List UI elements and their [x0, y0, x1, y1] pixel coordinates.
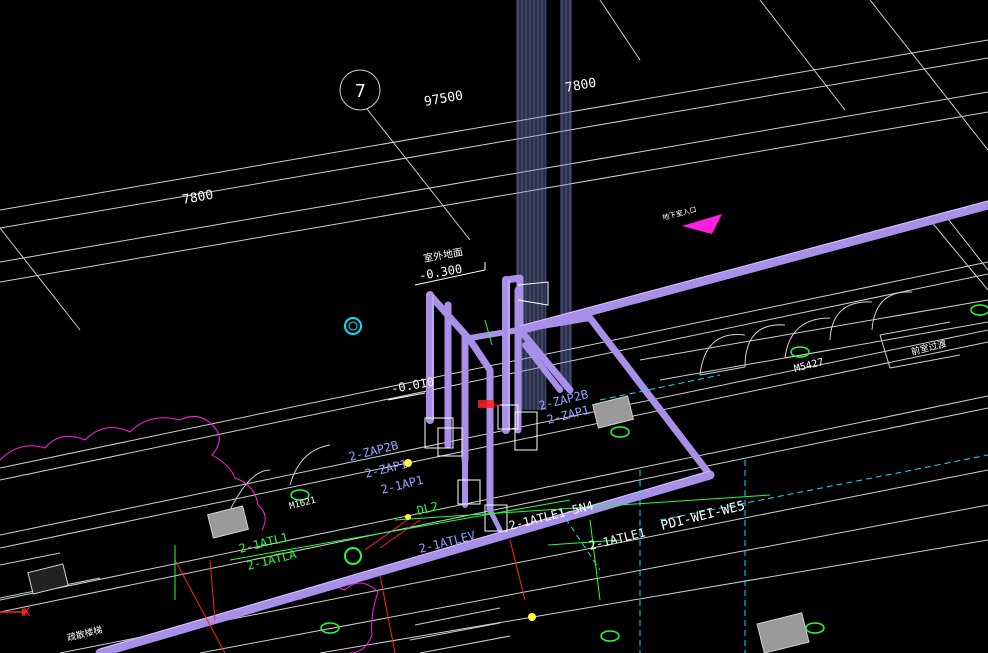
cyan-marker	[344, 317, 362, 335]
grid-axis-bubble[interactable]: 7	[339, 69, 381, 111]
door-tag-m5427: M5427	[793, 357, 825, 375]
room-label-bottom-left: 疏散楼梯	[66, 624, 104, 644]
cad-model-space[interactable]: 7 97500 7800 7800 室外地面 -0.300 -0.010 2-Z…	[0, 0, 988, 653]
label-dl2: DL2	[415, 499, 439, 518]
ucs-icon: X	[0, 605, 31, 619]
red-tag	[478, 400, 494, 408]
label-atl-b: 2-1ATLE1	[587, 525, 646, 553]
grid-axis-label: 7	[355, 81, 366, 102]
cyan-marker-inner	[348, 321, 358, 331]
grid-lines	[0, 0, 988, 653]
dimension-total: 97500	[423, 88, 464, 110]
ucs-x-label: X	[23, 605, 31, 619]
entrance-arrow-icon	[682, 214, 722, 234]
entrance-label: 地下室入口	[661, 205, 697, 222]
green-junction	[344, 547, 362, 565]
label-pdi: PDI-WEI-WE5	[659, 498, 746, 533]
cad-drawing-viewport[interactable]: 7 97500 7800 7800 室外地面 -0.300 -0.010 2-Z…	[0, 0, 988, 653]
dimension-bay-left: 7800	[181, 188, 214, 208]
label-zap1-b: 2-1AP1	[379, 473, 424, 497]
